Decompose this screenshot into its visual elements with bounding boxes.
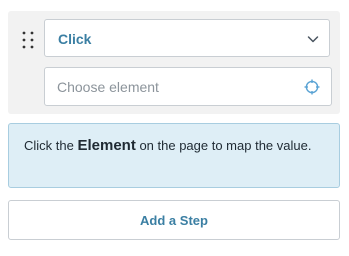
crosshair-target-icon[interactable] (304, 79, 320, 95)
info-message: Click the Element on the page to map the… (8, 123, 340, 188)
info-text-bold: Element (77, 137, 136, 154)
action-select[interactable]: Click (44, 19, 330, 57)
element-field (44, 67, 332, 106)
add-step-button[interactable]: Add a Step (8, 200, 340, 240)
action-select-value: Click (58, 31, 92, 47)
info-text-after: on the page to map the value. (135, 138, 312, 153)
choose-element-input[interactable] (45, 68, 295, 105)
drag-handle-icon[interactable] (21, 30, 35, 50)
info-text-before: Click the (24, 138, 78, 153)
chevron-down-icon (307, 33, 319, 45)
step-card: Click (8, 11, 340, 114)
